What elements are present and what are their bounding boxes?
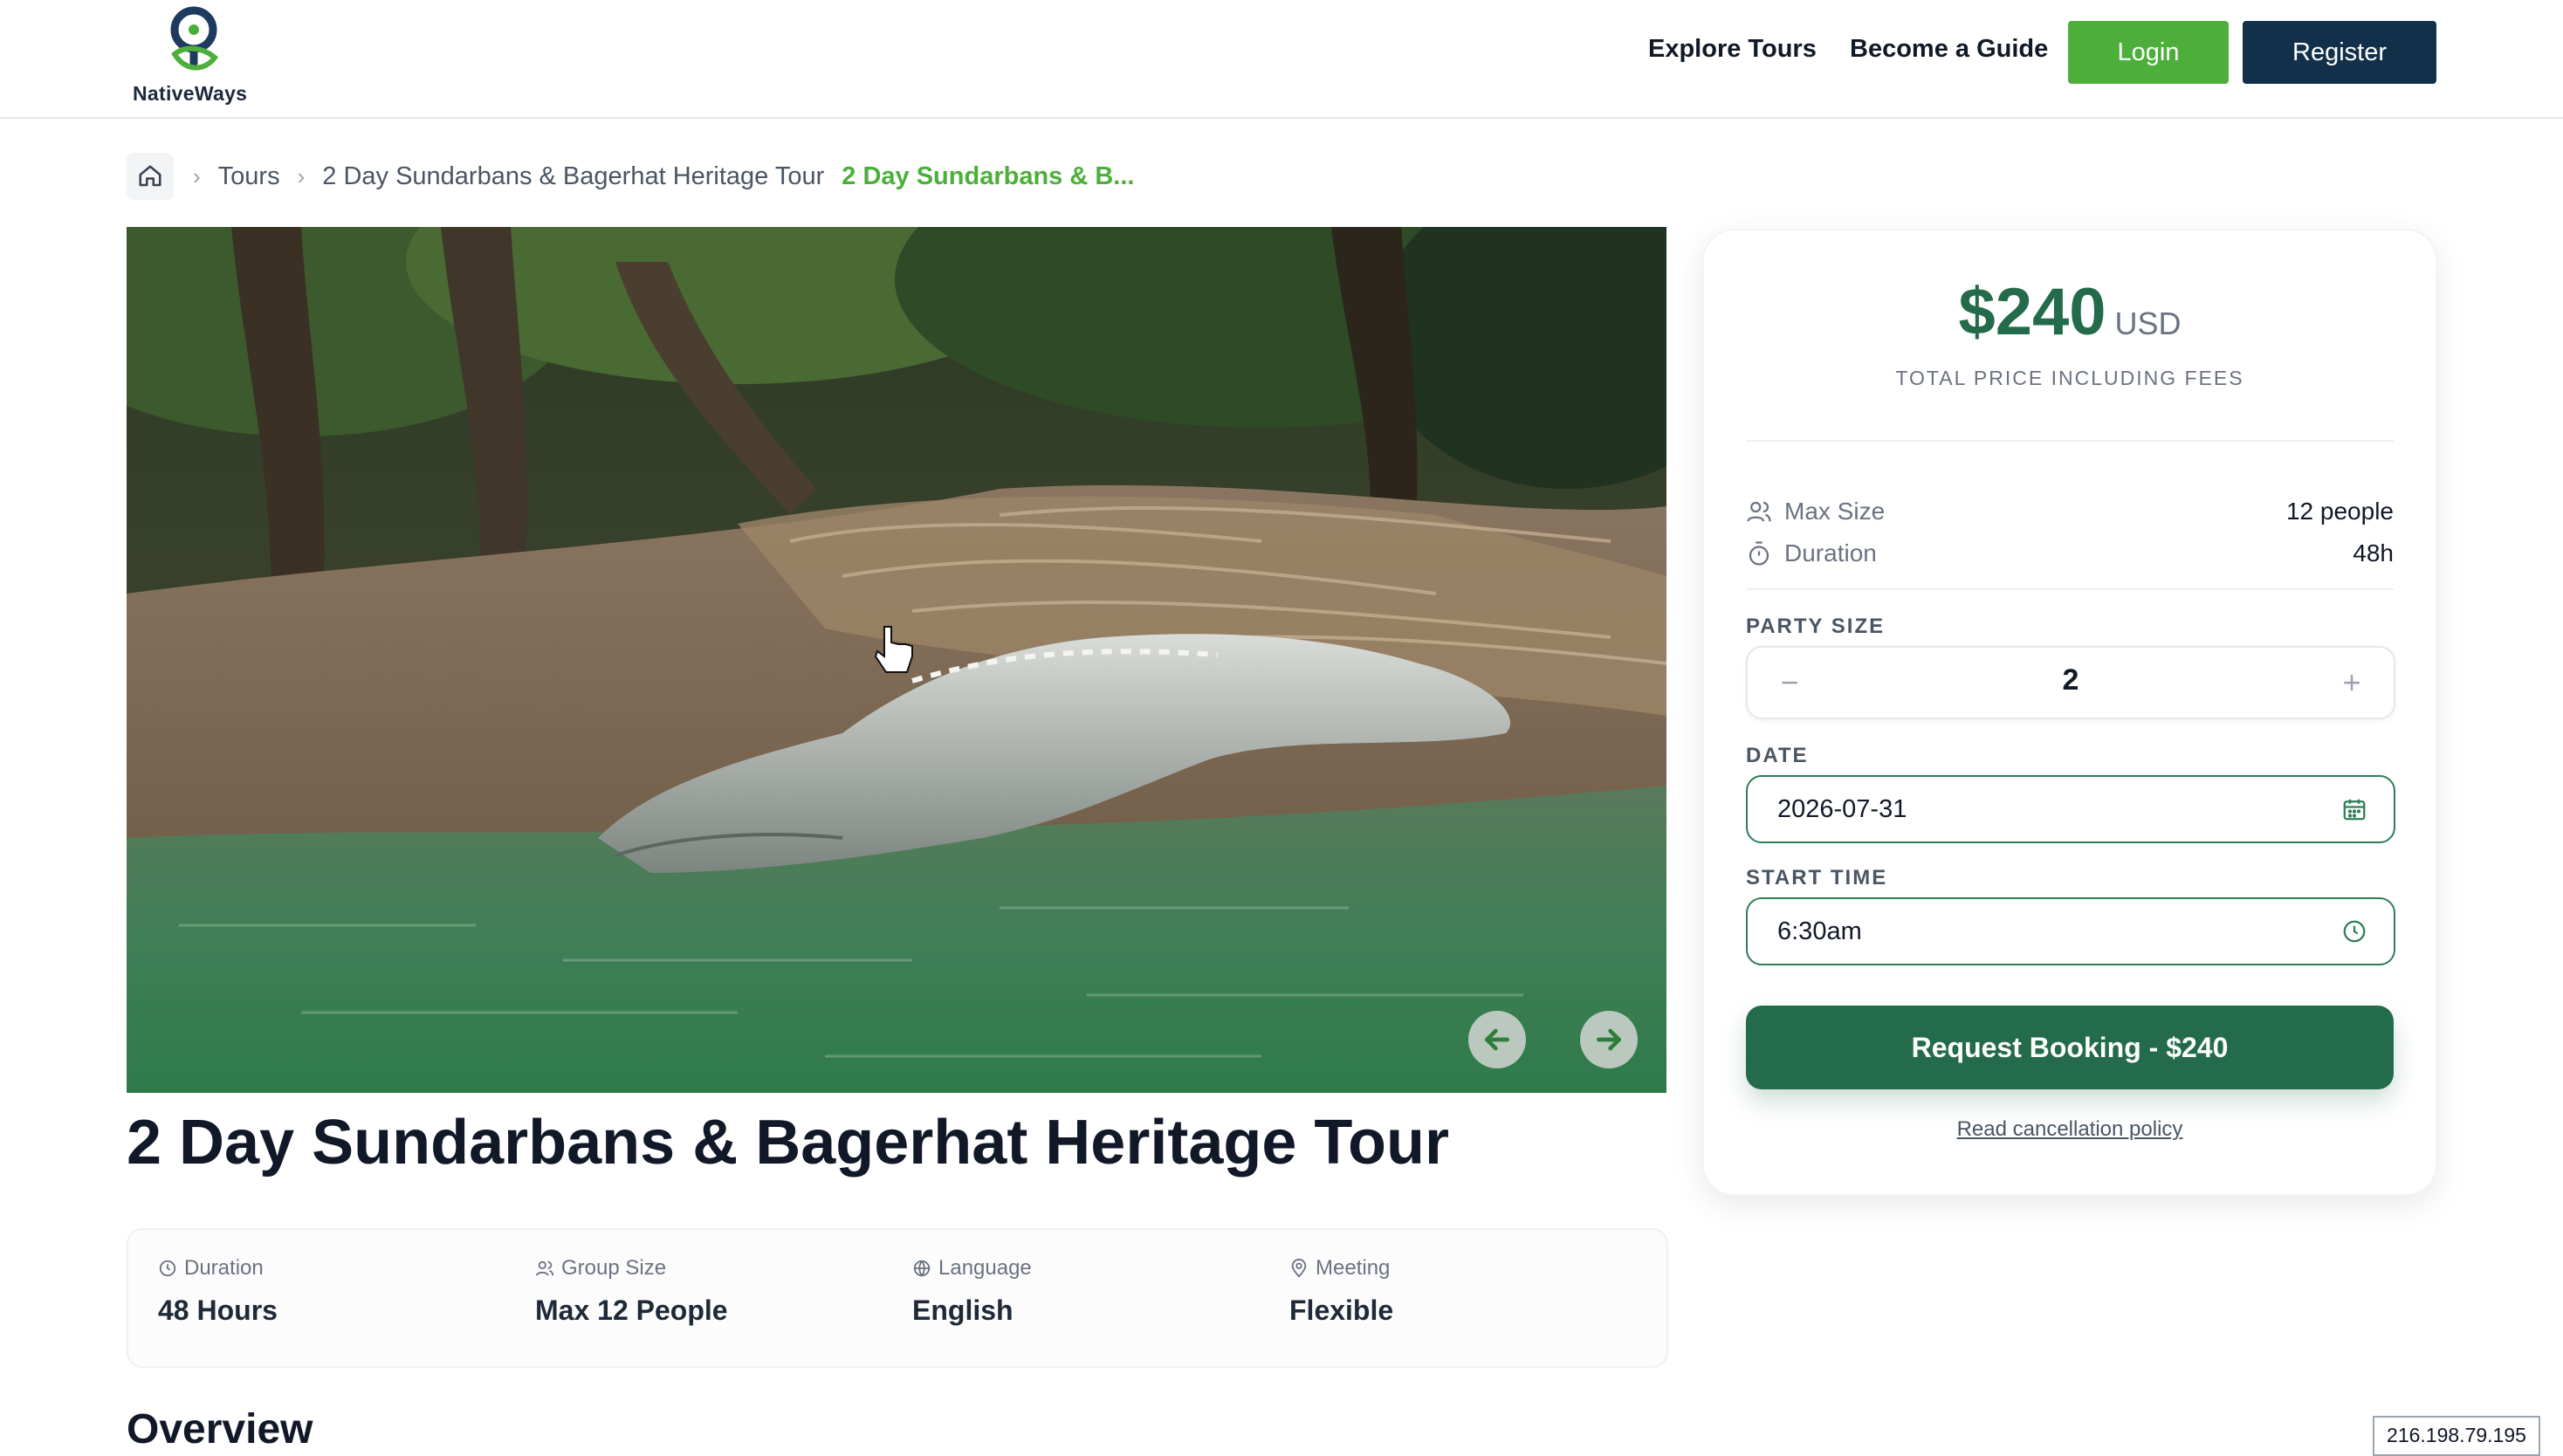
fact-value: English: [912, 1295, 1014, 1326]
brand-name: NativeWays: [133, 82, 248, 105]
request-booking-button[interactable]: Request Booking - $240: [1746, 1006, 2394, 1089]
timer-icon: [1749, 541, 1769, 566]
fact-value: 48 Hours: [158, 1295, 278, 1326]
cancellation-policy-link[interactable]: Read cancellation policy: [1704, 1117, 2436, 1142]
login-button[interactable]: Login: [2068, 21, 2229, 84]
chevron-right-icon: ›: [297, 162, 306, 189]
booking-card: $240 USD TOTAL PRICE INCLUDING FEES Max S…: [1702, 229, 2437, 1196]
duration-label: Duration: [1784, 539, 1877, 567]
calendar-icon[interactable]: [2341, 796, 2367, 822]
breadcrumb-tours[interactable]: Tours: [218, 162, 280, 191]
breadcrumb-current: 2 Day Sundarbans & B...: [842, 161, 1135, 190]
increment-button[interactable]: +: [2326, 656, 2378, 709]
duration-row: Duration 48h: [1746, 539, 2394, 567]
fact-value: Flexible: [1289, 1295, 1394, 1326]
start-time-field[interactable]: [1746, 897, 2395, 965]
map-pin-icon: [1291, 1259, 1307, 1278]
fact-duration: Duration 48 Hours: [158, 1256, 278, 1327]
max-size-value: 12 people: [2285, 498, 2394, 525]
users-icon: [1747, 501, 1771, 522]
nav-become-guide[interactable]: Become a Guide: [1850, 35, 2048, 64]
party-size-stepper: − 2 +: [1746, 646, 2395, 719]
party-size-value: 2: [2062, 663, 2079, 697]
arrow-right-icon: [1597, 1028, 1621, 1051]
users-icon: [535, 1260, 554, 1276]
overview-heading: Overview: [127, 1406, 313, 1453]
breadcrumb-home[interactable]: [127, 153, 174, 200]
start-time-label: START TIME: [1746, 866, 1888, 889]
home-icon: [139, 165, 161, 187]
fact-label: Meeting: [1316, 1256, 1391, 1280]
start-time-input[interactable]: [1776, 915, 2303, 948]
date-input[interactable]: [1776, 793, 2303, 826]
fact-meeting: Meeting Flexible: [1289, 1256, 1393, 1327]
site-header: NativeWays Explore Tours Become a Guide …: [0, 0, 2563, 119]
chevron-right-icon: ›: [193, 162, 201, 189]
max-size-row: Max Size 12 people: [1746, 498, 2394, 525]
duration-value: 48h: [2353, 539, 2394, 567]
divider: [1746, 440, 2394, 442]
clock-icon[interactable]: [2341, 918, 2367, 944]
tour-image-carousel[interactable]: [127, 227, 1666, 1093]
fact-label: Duration: [184, 1256, 264, 1280]
party-size-label: PARTY SIZE: [1746, 615, 1886, 638]
divider: [1746, 588, 2394, 590]
globe-icon: [913, 1260, 931, 1277]
date-label: DATE: [1746, 744, 1809, 767]
arrow-left-icon: [1485, 1028, 1509, 1051]
logo-mark-icon: [170, 6, 219, 71]
price: $240 USD: [1704, 274, 2436, 350]
clock-icon: [159, 1260, 176, 1277]
tour-photo: [127, 227, 1666, 1093]
fact-label: Language: [938, 1256, 1032, 1280]
max-size-label: Max Size: [1784, 498, 1886, 525]
carousel-prev-button[interactable]: [1468, 1011, 1526, 1068]
nav-explore-tours[interactable]: Explore Tours: [1648, 35, 1817, 64]
date-field[interactable]: [1746, 775, 2395, 843]
brand-logo[interactable]: NativeWays: [131, 3, 257, 106]
price-note: TOTAL PRICE INCLUDING FEES: [1895, 367, 2244, 389]
register-button[interactable]: Register: [2243, 21, 2436, 84]
breadcrumb-tour[interactable]: 2 Day Sundarbans & Bagerhat Heritage Tou…: [322, 162, 824, 191]
tour-facts: Duration 48 Hours Group Size Max 12 Peop…: [127, 1228, 1668, 1368]
price-currency: USD: [2114, 306, 2182, 341]
fact-language: Language English: [912, 1256, 1032, 1327]
price-amount: $240: [1958, 275, 2106, 349]
carousel-next-button[interactable]: [1580, 1011, 1638, 1068]
fact-group-size: Group Size Max 12 People: [535, 1256, 728, 1327]
ip-address-badge: 216.198.79.195: [2373, 1416, 2540, 1456]
tour-title: 2 Day Sundarbans & Bagerhat Heritage Tou…: [127, 1108, 1450, 1178]
breadcrumb: › Tours › 2 Day Sundarbans & Bagerhat He…: [127, 152, 1134, 201]
fact-label: Group Size: [561, 1256, 667, 1280]
fact-value: Max 12 People: [535, 1295, 728, 1326]
